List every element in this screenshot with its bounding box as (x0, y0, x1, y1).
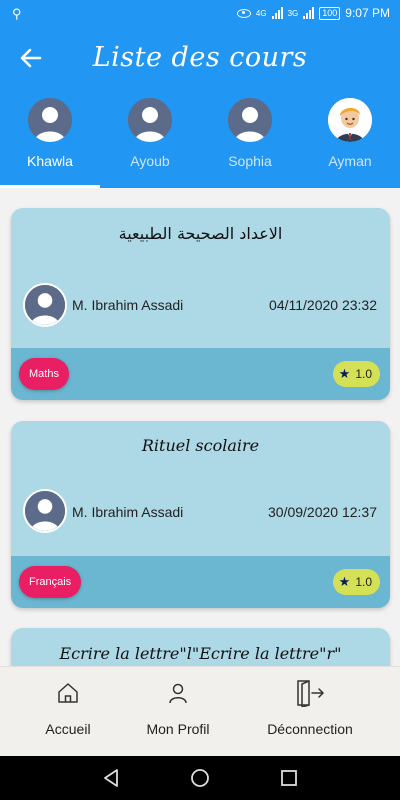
nav-profile-label: Mon Profil (146, 721, 210, 737)
recent-apps-icon[interactable] (278, 767, 300, 789)
person-placeholder-icon (28, 98, 72, 142)
battery-indicator: 100 (319, 6, 341, 20)
bottom-navigation: Accueil Mon Profil Déconnection (0, 666, 400, 756)
avatar (28, 98, 72, 142)
page-title: Liste des cours (92, 42, 308, 73)
tab-child-ayoub[interactable]: Ayoub (100, 98, 200, 188)
nav-home-label: Accueil (45, 721, 91, 737)
status-bar: ⚲ 4G 3G 100 9:07 PM (0, 0, 400, 28)
course-date: 30/09/2020 12:37 (268, 504, 377, 520)
course-title: Ecrire la lettre"l"Ecrire la lettre"r" (59, 644, 342, 663)
rating-value: 1.0 (355, 575, 372, 589)
nav-profile-button[interactable]: Mon Profil (138, 667, 218, 757)
teacher-name: M. Ibrahim Assadi (72, 504, 184, 520)
course-card[interactable]: Rituel scolaire M. Ibrahim Assadi 30/09/… (11, 421, 390, 608)
card-footer: Français ★ 1.0 (11, 556, 390, 608)
network-label-2: 3G (287, 8, 299, 18)
star-icon: ★ (338, 574, 351, 589)
subject-badge: Maths (19, 358, 69, 390)
person-placeholder-icon (25, 285, 65, 325)
subject-badge: Français (19, 566, 82, 598)
app-header: Liste des cours Khawla Ayoub Sophia Ayma… (0, 28, 400, 188)
signal-icon-2 (303, 7, 315, 19)
person-placeholder-icon (228, 98, 272, 142)
back-triangle-icon[interactable] (100, 767, 122, 789)
teacher-avatar (23, 283, 67, 327)
tab-child-khawla[interactable]: Khawla (0, 98, 100, 188)
home-circle-icon[interactable] (189, 767, 211, 789)
teacher-name: M. Ibrahim Assadi (72, 297, 184, 313)
tab-child-sophia[interactable]: Sophia (200, 98, 300, 188)
star-icon: ★ (338, 366, 351, 381)
course-card[interactable]: Ecrire la lettre"l"Ecrire la lettre"r" (11, 628, 390, 666)
course-title: Rituel scolaire (141, 436, 260, 455)
signal-icon (271, 7, 283, 19)
tab-child-ayman[interactable]: Ayman (300, 98, 400, 188)
card-footer: Maths ★ 1.0 (11, 348, 390, 400)
course-date: 04/11/2020 23:32 (269, 297, 377, 313)
nav-home-button[interactable]: Accueil (30, 667, 106, 757)
avatar (228, 98, 272, 142)
nav-logout-button[interactable]: Déconnection (262, 667, 358, 757)
person-placeholder-icon (128, 98, 172, 142)
course-list[interactable]: الاعداد الصحيحة الطبيعية M. Ibrahim Assa… (0, 188, 400, 666)
children-tabs: Khawla Ayoub Sophia Ayman (0, 98, 400, 188)
eye-icon (236, 8, 251, 18)
rating-badge: ★ 1.0 (332, 569, 380, 595)
logout-icon (297, 680, 325, 707)
rating-badge: ★ 1.0 (332, 361, 380, 387)
child-name: Sophia (228, 153, 272, 169)
child-name: Khawla (27, 153, 73, 169)
teacher-avatar (23, 489, 67, 533)
person-placeholder-icon (25, 491, 65, 531)
system-navigation-bar (0, 756, 400, 800)
course-card[interactable]: الاعداد الصحيحة الطبيعية M. Ibrahim Assa… (11, 208, 390, 400)
usb-icon: ⚲ (12, 6, 22, 21)
nav-logout-label: Déconnection (267, 721, 353, 737)
avatar (328, 98, 372, 142)
child-name: Ayman (328, 153, 372, 169)
home-icon (58, 683, 78, 703)
status-time: 9:07 PM (345, 6, 390, 20)
child-name: Ayoub (130, 153, 170, 169)
course-title: الاعداد الصحيحة الطبيعية (118, 224, 283, 243)
rating-value: 1.0 (355, 367, 372, 381)
boy-avatar-icon (328, 98, 372, 142)
avatar (128, 98, 172, 142)
network-label-1: 4G (255, 8, 267, 18)
user-icon (169, 683, 187, 704)
